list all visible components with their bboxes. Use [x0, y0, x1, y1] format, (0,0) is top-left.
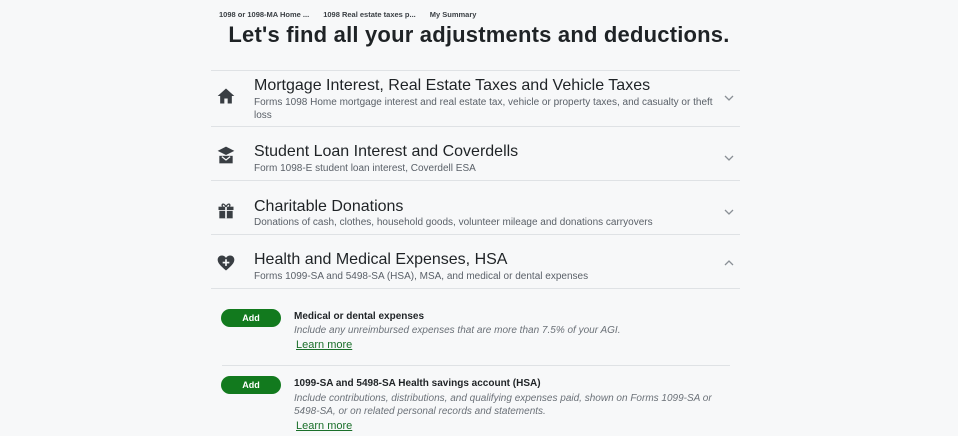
chevron-down-icon[interactable]	[723, 152, 735, 164]
section-heading: Student Loan Interest and Coverdells	[254, 143, 519, 160]
graduation-cap-icon	[217, 146, 235, 164]
learn-more-link[interactable]: Learn more	[296, 339, 352, 351]
breadcrumb-item[interactable]: 1098 or 1098-MA Home ...	[219, 10, 309, 19]
page-title: Let's find all your adjustments and dedu…	[228, 22, 730, 47]
add-hsa-button[interactable]: Add	[221, 376, 281, 394]
home-icon	[217, 88, 235, 104]
divider	[211, 288, 740, 289]
item-title: 1099-SA and 5498-SA Health savings accou…	[294, 378, 541, 389]
chevron-down-icon[interactable]	[723, 92, 735, 104]
section-charitable[interactable]: Charitable Donations Donations of cash, …	[211, 180, 740, 235]
section-student-loan[interactable]: Student Loan Interest and Coverdells For…	[211, 126, 740, 181]
breadcrumb-item[interactable]: 1098 Real estate taxes p...	[323, 10, 416, 19]
chevron-down-icon[interactable]	[723, 206, 735, 218]
section-mortgage[interactable]: Mortgage Interest, Real Estate Taxes and…	[211, 70, 740, 127]
chevron-up-icon[interactable]	[723, 257, 735, 269]
item-description: Include any unreimbursed expenses that a…	[294, 325, 621, 336]
learn-more-link[interactable]: Learn more	[296, 420, 352, 432]
divider	[222, 365, 730, 366]
heart-plus-icon	[217, 255, 235, 271]
item-description: Include contributions, distributions, an…	[294, 393, 712, 417]
item-title: Medical or dental expenses	[294, 311, 425, 322]
section-heading: Mortgage Interest, Real Estate Taxes and…	[254, 77, 651, 94]
section-description: Forms 1099-SA and 5498-SA (HSA), MSA, an…	[254, 271, 589, 282]
section-heading: Charitable Donations	[254, 198, 404, 215]
section-health-medical[interactable]: Health and Medical Expenses, HSA Forms 1…	[211, 234, 740, 289]
gift-icon	[218, 203, 234, 219]
section-description: Form 1098-E student loan interest, Cover…	[254, 163, 476, 174]
section-description: Forms 1098 Home mortgage interest and re…	[254, 97, 713, 121]
section-description: Donations of cash, clothes, household go…	[254, 217, 653, 228]
section-heading: Health and Medical Expenses, HSA	[254, 251, 508, 268]
breadcrumb: 1098 or 1098-MA Home ... 1098 Real estat…	[219, 10, 476, 19]
add-medical-button[interactable]: Add	[221, 309, 281, 327]
breadcrumb-item[interactable]: My Summary	[430, 10, 477, 19]
